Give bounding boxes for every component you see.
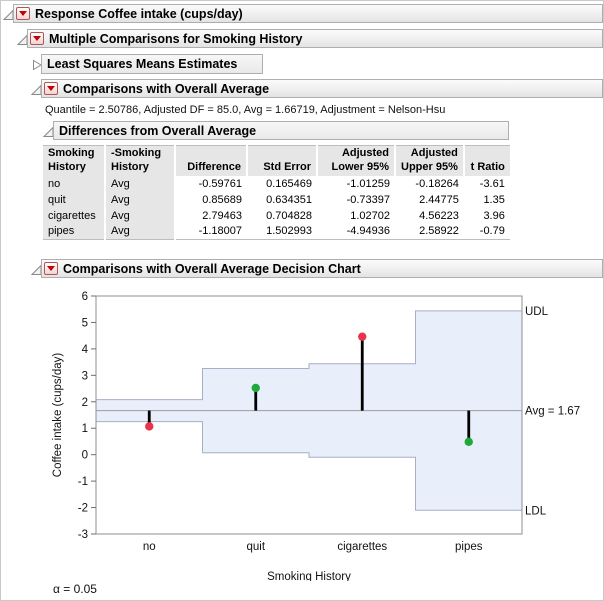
header-title: Response Coffee intake (cups/day) [35,7,243,21]
table-cell: 2.44775 [395,192,464,208]
table-row[interactable]: noAvg-0.597610.165469-1.01259-0.18264-3.… [43,176,510,192]
table-row[interactable]: cigarettesAvg2.794630.7048281.027024.562… [43,208,510,224]
table-cell: Avg [105,224,175,240]
column-header[interactable]: AdjustedLower 95% [317,146,395,176]
y-tick-label: 6 [82,291,88,303]
table-cell: quit [43,192,105,208]
y-axis-title: Coffee intake (cups/day) [52,353,64,478]
header-title: Multiple Comparisons for Smoking History [49,32,303,46]
table-row[interactable]: pipesAvg-1.180071.502993-4.949362.58922-… [43,224,510,240]
menu-arrow-icon [19,11,27,16]
table-cell: 3.96 [464,208,510,224]
header-title: Comparisons with Overall Average Decisio… [63,262,361,276]
data-point-no[interactable] [145,422,153,430]
table-cell: no [43,176,105,192]
column-header[interactable]: SmokingHistory [43,146,105,176]
table-cell: pipes [43,224,105,240]
column-header[interactable]: -SmokingHistory [105,146,175,176]
table-cell: 0.704828 [247,208,317,224]
menu-arrow-icon [47,86,55,91]
table-cell: 1.02702 [317,208,395,224]
y-tick-label: -3 [78,529,88,541]
ldl-label: LDL [525,505,547,517]
decision-chart: -3 -2 -1 0 1 2 3 4 5 6 UDL Avg = 1.67 LDL no quit cigar… [1,281,604,581]
table-header: SmokingHistory-SmokingHistoryDifferenceS… [43,146,510,176]
alpha-note: α = 0.05 [53,582,97,596]
table-cell: 1.35 [464,192,510,208]
y-tick-label: 0 [82,450,88,462]
table-cell: -4.94936 [317,224,395,240]
data-point-pipes[interactable] [465,438,473,446]
table-cell: -1.18007 [175,224,247,240]
header-title: Comparisons with Overall Average [63,82,269,96]
menu-arrow-icon [33,36,41,41]
outline-header-multiple-comparisons[interactable]: Multiple Comparisons for Smoking History [27,29,603,48]
table-row[interactable]: quitAvg0.856890.634351-0.733972.447751.3… [43,192,510,208]
outline-header-comparisons-overall[interactable]: Comparisons with Overall Average [41,79,603,98]
quantile-note: Quantile = 2.50786, Adjusted DF = 85.0, … [45,104,445,116]
table-cell: 4.56223 [395,208,464,224]
table-cell: 2.58922 [395,224,464,240]
x-axis-title: Smoking History [267,571,351,581]
x-tick-label: quit [246,541,265,553]
data-point-quit[interactable] [252,384,260,392]
header-title: Differences from Overall Average [59,124,256,138]
x-tick-label: cigarettes [337,541,387,553]
x-tick-label: pipes [455,541,483,553]
table-cell: -0.59761 [175,176,247,192]
red-menu-button[interactable] [44,262,58,275]
table-cell: 0.634351 [247,192,317,208]
table-cell: 0.165469 [247,176,317,192]
y-tick-label: 2 [82,397,88,409]
outline-header-decision-chart[interactable]: Comparisons with Overall Average Decisio… [41,259,603,278]
red-menu-button[interactable] [30,32,44,45]
outline-header-response[interactable]: Response Coffee intake (cups/day) [13,4,603,23]
red-menu-button[interactable] [44,82,58,95]
y-tick-label: 4 [82,344,89,356]
data-point-cigarettes[interactable] [358,332,366,340]
table-body: noAvg-0.597610.165469-1.01259-0.18264-3.… [43,176,510,240]
menu-arrow-icon [47,266,55,271]
table-cell: -3.61 [464,176,510,192]
differences-table: SmokingHistory-SmokingHistoryDifferenceS… [43,145,510,240]
table-cell: 0.85689 [175,192,247,208]
table-cell: 2.79463 [175,208,247,224]
column-header[interactable]: AdjustedUpper 95% [395,146,464,176]
y-tick-label: -2 [78,503,88,515]
y-tick-label: 1 [82,423,88,435]
table-cell: Avg [105,192,175,208]
column-header[interactable]: Difference [175,146,247,176]
y-tick-label: 3 [82,370,88,382]
table-cell: -0.18264 [395,176,464,192]
outline-header-differences[interactable]: Differences from Overall Average [53,121,509,140]
x-tick-label: no [143,541,156,553]
column-header[interactable]: t Ratio [464,146,510,176]
header-title: Least Squares Means Estimates [47,57,237,71]
udl-label: UDL [525,306,549,318]
table-cell: -0.79 [464,224,510,240]
avg-label: Avg = 1.67 [525,406,580,418]
table-cell: cigarettes [43,208,105,224]
y-tick-label: -1 [78,476,88,488]
table-cell: Avg [105,176,175,192]
y-tick-label: 5 [82,317,88,329]
outline-header-lsm-estimates[interactable]: Least Squares Means Estimates [41,54,263,74]
table-cell: -1.01259 [317,176,395,192]
column-header[interactable]: Std Error [247,146,317,176]
table-cell: 1.502993 [247,224,317,240]
table-cell: Avg [105,208,175,224]
red-menu-button[interactable] [16,7,30,20]
table-cell: -0.73397 [317,192,395,208]
